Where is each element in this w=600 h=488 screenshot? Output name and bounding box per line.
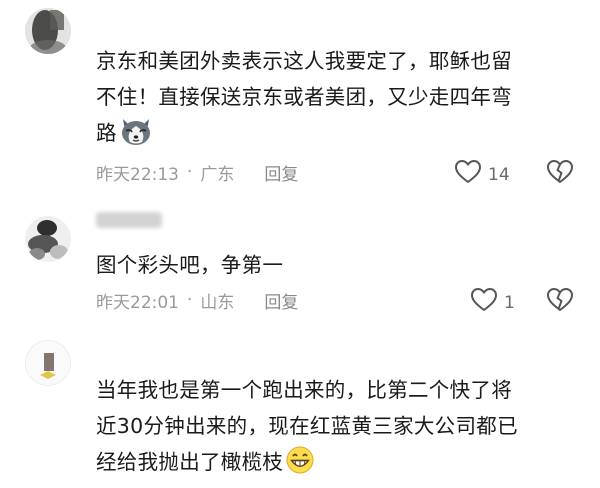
avatar[interactable] — [25, 8, 71, 54]
comment-item: 当年我也是第一个跑出来的，比第二个快了将 近30分钟出来的，现在红蓝黄三家大公司… — [0, 338, 600, 488]
husky-dog-emoji — [119, 116, 153, 157]
comment-item: 京东和美团外卖表示这人我要定了，耶稣也留 不住！直接保送京东或者美团，又少走四年… — [0, 0, 600, 200]
like-button[interactable]: 14 — [454, 159, 510, 190]
avatar[interactable] — [25, 340, 71, 386]
like-count: 1 — [504, 292, 515, 313]
heart-icon — [470, 287, 504, 318]
like-button[interactable]: 1 — [470, 287, 515, 318]
username-blurred — [96, 212, 162, 228]
comment-time: 昨天22:01 — [96, 292, 179, 313]
comment-text: 京东和美团外卖表示这人我要定了，耶稣也留 不住！直接保送京东或者美团，又少走四年… — [96, 43, 576, 157]
comment-meta: 昨天22:13 · 广东 回复 — [96, 159, 298, 185]
meta-separator: · — [187, 162, 193, 182]
comment-meta: 昨天22:01 · 山东 回复 — [96, 287, 298, 313]
dislike-button[interactable] — [546, 159, 574, 189]
grinning-face-emoji — [285, 445, 315, 486]
heart-icon — [454, 159, 488, 190]
comment-location: 山东 — [200, 292, 235, 313]
comment-location: 广东 — [200, 164, 235, 185]
broken-heart-icon — [546, 288, 574, 317]
avatar[interactable] — [25, 216, 71, 262]
reply-button[interactable]: 回复 — [264, 288, 298, 313]
reply-button[interactable]: 回复 — [264, 160, 298, 185]
meta-separator: · — [187, 290, 193, 310]
comment-item: 图个彩头吧，争第一 昨天22:01 · 山东 回复 1 — [0, 200, 600, 340]
comment-text: 当年我也是第一个跑出来的，比第二个快了将 近30分钟出来的，现在红蓝黄三家大公司… — [96, 372, 576, 486]
like-count: 14 — [488, 164, 510, 185]
dislike-button[interactable] — [546, 287, 574, 317]
broken-heart-icon — [546, 160, 574, 189]
comment-text: 图个彩头吧，争第一 — [96, 253, 284, 277]
comment-time: 昨天22:13 — [96, 164, 179, 185]
